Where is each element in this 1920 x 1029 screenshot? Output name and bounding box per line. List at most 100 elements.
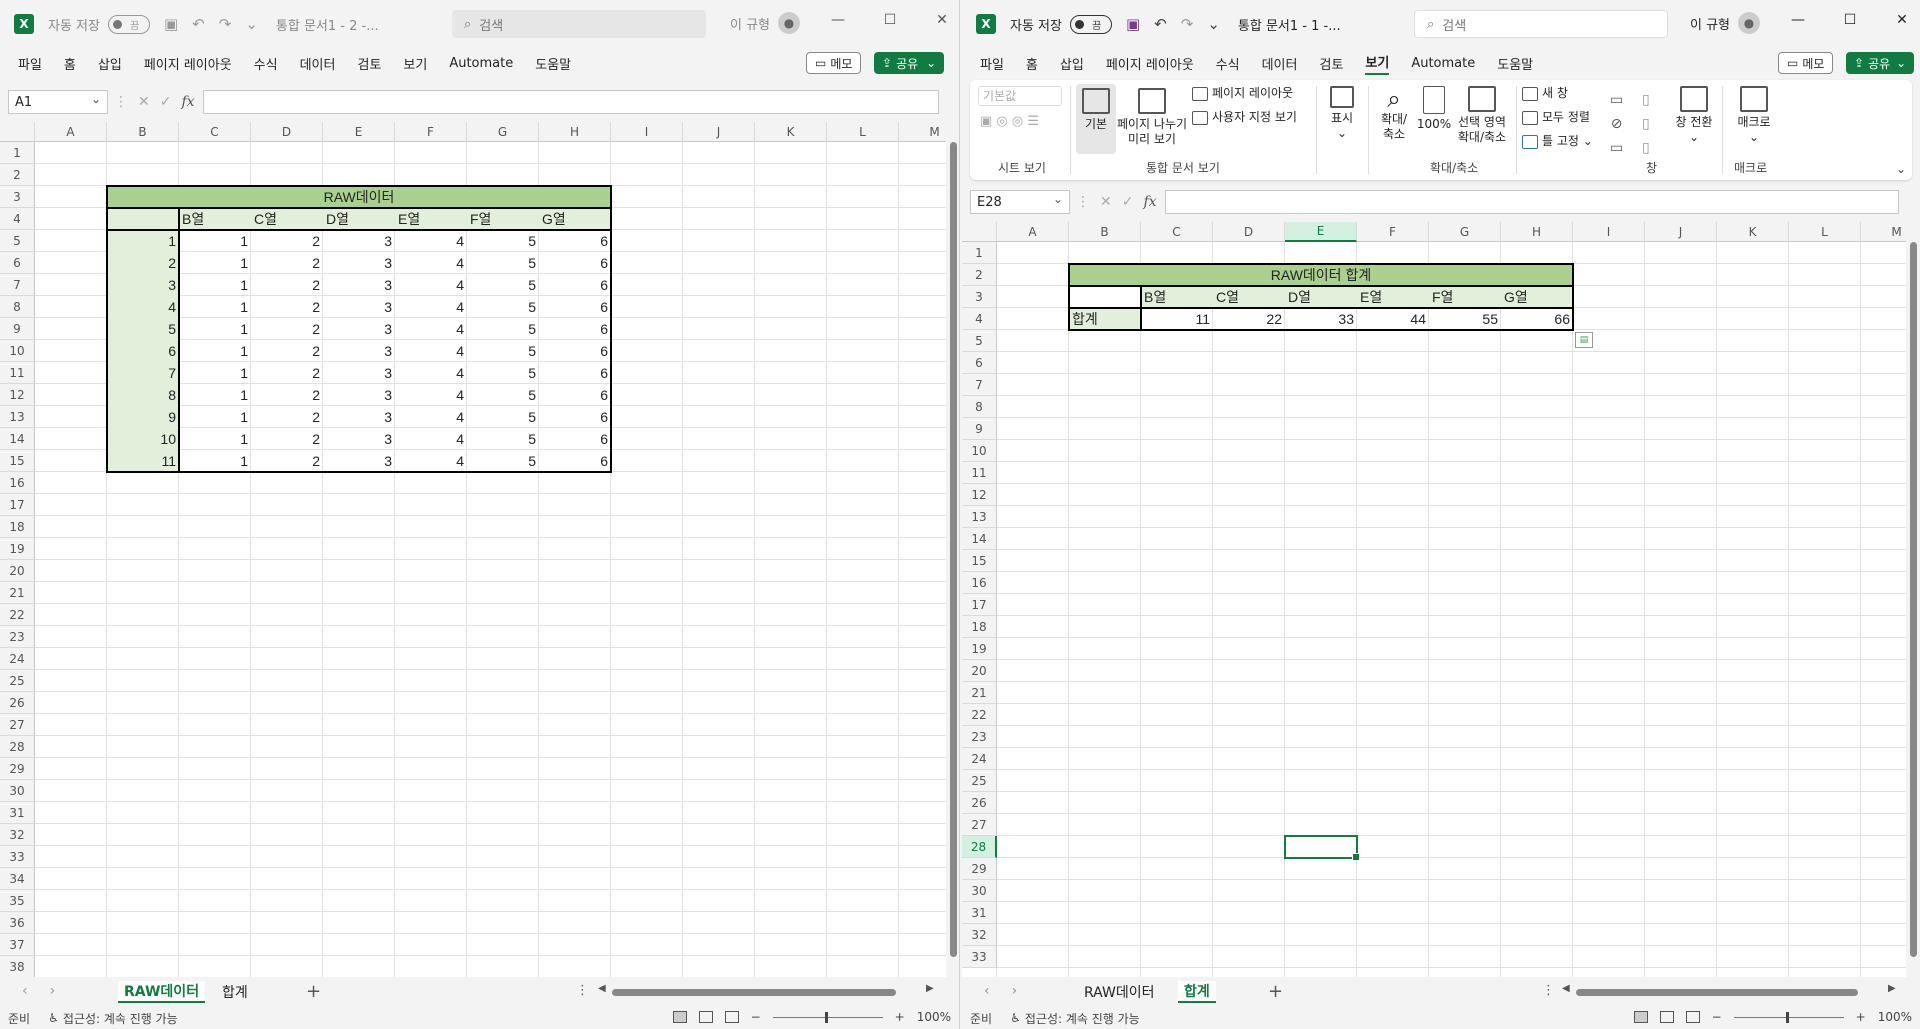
scroll-left-icon[interactable]: ◀: [1562, 983, 1570, 994]
row-header-7[interactable]: 7: [962, 374, 997, 396]
ribbon-tab-6[interactable]: 검토: [1319, 54, 1343, 73]
row-header-21[interactable]: 21: [0, 582, 35, 604]
row-header-15[interactable]: 15: [0, 450, 35, 472]
sheet-view-icons[interactable]: ▣ ◎ ◎ ☰: [980, 114, 1039, 129]
value-cell[interactable]: 3: [323, 340, 395, 362]
prev-sheet-icon[interactable]: ‹: [984, 983, 990, 999]
value-cell[interactable]: 3: [323, 384, 395, 406]
row-header-12[interactable]: 12: [962, 484, 997, 506]
next-sheet-icon[interactable]: ›: [1012, 983, 1018, 999]
zoom-100-button[interactable]: 100%: [1416, 86, 1452, 132]
value-cell[interactable]: 4: [395, 428, 467, 450]
row-header-18[interactable]: 18: [962, 616, 997, 638]
memo-button[interactable]: ▭ 메모: [1778, 52, 1834, 74]
share-button[interactable]: ⇪ 공유 ⌄: [1846, 52, 1915, 74]
table-header-cell[interactable]: C열: [1213, 286, 1285, 308]
value-cell[interactable]: 1: [179, 384, 251, 406]
value-cell[interactable]: 1: [179, 406, 251, 428]
zoom-in-icon[interactable]: +: [1856, 1010, 1866, 1024]
normal-view-button[interactable]: 기본: [1076, 84, 1116, 154]
index-cell[interactable]: 3: [107, 274, 179, 296]
value-cell[interactable]: 6: [539, 340, 611, 362]
table-header-blank[interactable]: [107, 208, 179, 230]
add-sheet-icon[interactable]: +: [306, 981, 321, 1002]
row-header-11[interactable]: 11: [962, 462, 997, 484]
value-cell[interactable]: 6: [539, 406, 611, 428]
row-header-29[interactable]: 29: [962, 858, 997, 880]
row-header-33[interactable]: 33: [0, 846, 35, 868]
vertical-scrollbar[interactable]: [946, 122, 959, 977]
ribbon-tab-9[interactable]: 도움말: [535, 54, 571, 73]
row-header-6[interactable]: 6: [962, 352, 997, 374]
minimize-icon[interactable]: —: [1772, 12, 1824, 28]
column-header-C[interactable]: C: [1141, 222, 1213, 242]
row-header-1[interactable]: 1: [962, 242, 997, 264]
row-header-10[interactable]: 10: [0, 340, 35, 362]
index-cell[interactable]: 10: [107, 428, 179, 450]
row-header-24[interactable]: 24: [0, 648, 35, 670]
window-small-icons[interactable]: ▭ ⊘ ▭: [1610, 88, 1623, 160]
ribbon-tab-7[interactable]: 보기: [1365, 52, 1390, 75]
column-header-D[interactable]: D: [1213, 222, 1285, 242]
ribbon-tab-0[interactable]: 파일: [980, 54, 1004, 73]
table-header-blank[interactable]: [1069, 286, 1141, 308]
column-header-E[interactable]: E: [1285, 222, 1357, 242]
page-break-preview-button[interactable]: 페이지 나누기 미리 보기: [1116, 88, 1188, 147]
freeze-panes-button[interactable]: 틀 고정 ⌄: [1522, 134, 1593, 149]
value-cell[interactable]: 3: [323, 230, 395, 252]
zoom-level[interactable]: 100%: [917, 1010, 951, 1024]
memo-button[interactable]: ▭ 메모: [806, 52, 862, 74]
value-cell[interactable]: 5: [467, 362, 539, 384]
value-cell[interactable]: 1: [179, 428, 251, 450]
close-icon[interactable]: ✕: [916, 12, 959, 28]
row-header-18[interactable]: 18: [0, 516, 35, 538]
arrange-all-button[interactable]: 모두 정렬: [1522, 110, 1590, 125]
table-header-cell[interactable]: E열: [395, 208, 467, 230]
value-cell[interactable]: 1: [179, 296, 251, 318]
search-box[interactable]: ⌕ 검색: [1414, 10, 1668, 38]
index-cell[interactable]: 2: [107, 252, 179, 274]
value-cell[interactable]: 5: [467, 450, 539, 472]
save-icon[interactable]: ▣: [164, 15, 178, 33]
row-header-17[interactable]: 17: [0, 494, 35, 516]
ribbon-tab-6[interactable]: 검토: [357, 54, 381, 73]
share-button[interactable]: ⇪ 공유 ⌄: [874, 52, 945, 74]
window-small-icons-2[interactable]: ▯ ▯ ▯: [1642, 88, 1650, 160]
ribbon-tab-1[interactable]: 홈: [1026, 54, 1038, 73]
sheet-tab-sum[interactable]: 합계: [216, 981, 254, 1003]
zoom-slider[interactable]: [1733, 1011, 1844, 1023]
table-title-cell[interactable]: RAW데이터 합계: [1069, 264, 1573, 286]
row-header-5[interactable]: 5: [962, 330, 997, 352]
value-cell[interactable]: 6: [539, 274, 611, 296]
page-break-view-icon[interactable]: [1685, 1011, 1700, 1023]
row-header-2[interactable]: 2: [962, 264, 997, 286]
accessibility-status[interactable]: 접근성: 계속 진행 가능: [63, 1010, 178, 1027]
column-header-E[interactable]: E: [323, 122, 395, 142]
switch-window-button[interactable]: 창 전환 ⌄: [1672, 86, 1716, 145]
autosave-toggle[interactable]: 끔: [107, 14, 150, 34]
value-cell[interactable]: 1: [179, 340, 251, 362]
undo-icon[interactable]: ↶: [192, 15, 205, 33]
row-header-16[interactable]: 16: [0, 472, 35, 494]
row-header-26[interactable]: 26: [962, 792, 997, 814]
value-cell[interactable]: 4: [395, 252, 467, 274]
value-cell[interactable]: 3: [323, 428, 395, 450]
value-cell[interactable]: 1: [179, 230, 251, 252]
fx-icon[interactable]: fx: [181, 94, 194, 110]
column-header-I[interactable]: I: [611, 122, 683, 142]
value-cell[interactable]: 3: [323, 296, 395, 318]
sum-label-cell[interactable]: 합계: [1069, 308, 1141, 330]
value-cell[interactable]: 4: [395, 362, 467, 384]
close-icon[interactable]: ✕: [1876, 12, 1920, 28]
index-cell[interactable]: 8: [107, 384, 179, 406]
column-header-I[interactable]: I: [1573, 222, 1645, 242]
row-header-8[interactable]: 8: [962, 396, 997, 418]
sheet-view-dropdown[interactable]: 기본값: [978, 86, 1062, 106]
value-cell[interactable]: 6: [539, 450, 611, 472]
horizontal-scrollbar[interactable]: [1576, 989, 1858, 996]
row-header-1[interactable]: 1: [0, 142, 35, 164]
index-cell[interactable]: 4: [107, 296, 179, 318]
row-header-12[interactable]: 12: [0, 384, 35, 406]
value-cell[interactable]: 5: [467, 428, 539, 450]
custom-view-button[interactable]: 사용자 지정 보기: [1192, 110, 1297, 125]
